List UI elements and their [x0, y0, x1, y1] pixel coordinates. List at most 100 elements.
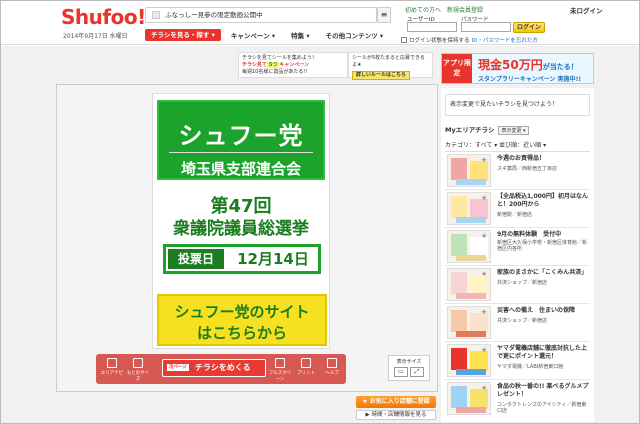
print-button[interactable]: プリント — [294, 358, 318, 380]
promo1-line1: チラシを見てシールを集めよう！ — [242, 55, 317, 61]
item-title: 今週のお買得品！ — [497, 155, 546, 162]
notice-text[interactable]: ふなっしー見参の限定動画公開中 — [165, 11, 263, 19]
flyer-thumbnail: ★ — [447, 268, 491, 301]
printer-icon — [301, 358, 311, 368]
item-title: ヤマダ電機店舗に徹底対抗した上で更にポイント還元！ — [497, 345, 588, 360]
fit-size-button[interactable]: ▭ — [394, 367, 408, 377]
list-item[interactable]: ★ 食品の秋一番の!! 楽べるグルメプレゼント！ コンタクトレンズのアイシティ／… — [445, 380, 590, 418]
vote-day-box: 投票日 12月14日 — [163, 244, 321, 274]
item-shop: 新宿駅／新宿店 — [497, 212, 533, 218]
star-icon[interactable]: ★ — [481, 270, 487, 278]
site-header: Shufoo! 2014年9月17日 水曜日 ふなっしー見参の限定動画公開中 ≡… — [1, 1, 639, 45]
login-options: ログイン状態を保持する ID・パスワードを忘れた方 — [401, 36, 538, 44]
category-sort-filter[interactable]: カテゴリ：すべて ▾ 並び順：近い順 ▾ — [445, 140, 590, 152]
fullscreen-icon — [275, 358, 285, 368]
star-icon[interactable]: ★ — [481, 194, 487, 202]
app-campaign-banner[interactable]: アプリ限定 現金50万円が当たる！ スタンプラリーキャンペーン 実施中!! — [441, 53, 594, 84]
item-title: 家族のまさかに「こくみん共済」 — [497, 269, 588, 276]
list-item[interactable]: ★ 家族のまさかに「こくみん共済」 共済ショップ／新宿店 — [445, 266, 590, 304]
star-icon[interactable]: ★ — [481, 308, 487, 316]
viewer-toolbar: エリアナビ もとのサイズ 次ページ チラシをめくる フルスクリーン プリント ヘル… — [96, 354, 346, 384]
stamp-rally-text: スタンプラリーキャンペーン 実施中!! — [478, 76, 582, 83]
sidebar: 表示変更で見たいチラシを見つけよう！ Myエリアチラシ 表示変更 ▾ カテゴリ：す… — [441, 88, 594, 422]
item-shop: 共済ショップ／新宿店 — [497, 318, 548, 324]
zoom-size-button[interactable]: ⤢ — [410, 367, 424, 377]
item-shop: ヤマダ電機／LABI新宿東口館 — [497, 364, 564, 370]
original-size-button[interactable]: もとのサイズ — [126, 358, 150, 382]
item-title: 9月の無料体験 受付中 — [497, 231, 562, 238]
display-size-control: 表示サイズ ▭ ⤢ — [388, 355, 430, 381]
login-form: ユーザーID パスワード ログイン ログイン状態を保持する ID・パスワードを忘… — [401, 15, 565, 45]
display-change-hint: 表示変更で見たいチラシを見つけよう！ — [445, 94, 590, 116]
my-area-header: Myエリアチラシ 表示変更 ▾ — [445, 124, 529, 135]
vote-day-label: 投票日 — [168, 249, 224, 269]
item-shop: 共済ショップ／新宿店 — [497, 280, 548, 286]
promo2-line1: シールが5枚たまると応募できるよ★ — [352, 55, 425, 68]
remember-checkbox[interactable] — [401, 37, 407, 43]
sticker-campaign-banner[interactable]: チラシを見てシールを集めよう！ チラシ見て 5つ キャンペーン 毎週10名様に賞品が… — [238, 52, 348, 78]
login-status: 未ログイン — [570, 7, 603, 15]
area-navi-button[interactable]: エリアナビ — [100, 358, 124, 380]
party-site-link[interactable]: シュフー党のサイト はこちらから — [157, 294, 327, 346]
nav-other[interactable]: その他コンテンツ ▾ — [320, 30, 390, 40]
nav-flyers[interactable]: チラシを見る・探す ▾ — [145, 29, 221, 41]
forgot-link[interactable]: ID・パスワードを忘れた方 — [472, 36, 538, 44]
remember-label: ログイン状態を保持する — [409, 38, 470, 44]
star-icon[interactable]: ★ — [481, 156, 487, 164]
list-item[interactable]: ★ ヤマダ電機店舗に徹底対抗した上で更にポイント還元！ ヤマダ電機／LABI新宿… — [445, 342, 590, 380]
vote-day-date: 12月14日 — [237, 250, 309, 268]
election-name: 衆議院議員総選挙 — [173, 219, 309, 239]
list-item[interactable]: ★ 災害への備え 住まいの保障 共済ショップ／新宿店 — [445, 304, 590, 342]
star-icon[interactable]: ★ — [481, 384, 487, 392]
site-logo[interactable]: Shufoo! — [61, 5, 146, 29]
display-change-button[interactable]: 表示変更 ▾ — [498, 126, 529, 135]
flyer-page[interactable]: シュフー党 埼玉県支部連合会 第47回 衆議院議員総選挙 投票日 12月14日 … — [152, 93, 330, 349]
item-shop: スギ薬局／西新宿五丁目店 — [497, 166, 558, 172]
list-item[interactable]: ★ 9月の無料体験 受付中 新宿区大久保小学校・新宿区体育館／新宿区内各所 — [445, 228, 590, 266]
star-icon[interactable]: ★ — [481, 232, 487, 240]
star-icon[interactable]: ★ — [481, 346, 487, 354]
fullscreen-button[interactable]: フルスクリーン — [268, 358, 292, 382]
next-page-tag: 次ページ — [167, 364, 189, 371]
list-item[interactable]: ★ 【全品税込1,000円】初月はなんと！200円から 新宿駅／新宿店 — [445, 190, 590, 228]
item-title: 食品の秋一番の!! 楽べるグルメプレゼント！ — [497, 383, 589, 398]
flip-flyer-button[interactable]: 次ページ チラシをめくる — [162, 359, 266, 377]
help-icon — [327, 358, 337, 368]
password-input[interactable] — [461, 22, 511, 32]
user-id-input[interactable] — [407, 22, 457, 32]
promo1-line2: チラシ見て — [242, 62, 267, 68]
nav-campaign[interactable]: キャンペーン ▾ — [225, 30, 281, 40]
prize-text: 現金50万円が当たる！ — [478, 58, 578, 72]
flyer-thumbnail: ★ — [447, 192, 491, 225]
flyer-thumbnail: ★ — [447, 344, 491, 377]
login-button[interactable]: ログイン — [513, 22, 545, 33]
party-header: シュフー党 埼玉県支部連合会 — [157, 100, 325, 180]
promo1-line3: 毎週10名様に賞品があたる!! — [242, 69, 308, 75]
sticker-rules-banner: シールが5枚たまると応募できるよ★ 詳しいルールはこちら — [348, 52, 433, 80]
party-name: シュフー党 — [178, 122, 304, 150]
flyer-thumbnail: ★ — [447, 382, 491, 415]
item-shop: 新宿区大久保小学校・新宿区体育館／新宿区内各所 — [497, 240, 588, 252]
cta-line1: シュフー党のサイト — [174, 303, 310, 321]
map-icon — [107, 358, 117, 368]
promo1-highlight: 5つ — [266, 62, 280, 68]
branch-name: 埼玉県支部連合会 — [180, 160, 301, 178]
rules-button[interactable]: 詳しいルールはこちら — [352, 71, 411, 80]
help-button[interactable]: ヘルプ — [320, 358, 344, 380]
first-visit-link[interactable]: 初めての方へ — [405, 5, 441, 14]
flyer-thumbnail: ★ — [447, 306, 491, 339]
notice-bar[interactable]: ふなっしー見参の限定動画公開中 — [145, 7, 377, 23]
store-info-button[interactable]: ▶ 時間・店舗情報を見る — [356, 410, 436, 420]
list-item[interactable]: ★ 今週のお買得品！ スギ薬局／西新宿五丁目店 — [445, 152, 590, 190]
main-nav: チラシを見る・探す ▾ キャンペーン ▾ 特集 ▾ その他コンテンツ ▾ — [145, 28, 389, 42]
promo1-line2b: キャンペーン — [279, 62, 310, 68]
notice-menu-icon[interactable]: ≡ — [377, 7, 391, 23]
register-link[interactable]: 新規会員登録 — [447, 5, 483, 14]
nav-features[interactable]: 特集 ▾ — [285, 30, 316, 40]
flyer-thumbnail: ★ — [447, 154, 491, 187]
cta-line2: はこちらから — [196, 324, 287, 342]
add-favorite-store-button[interactable]: ★ お気に入り店舗に登録 — [356, 396, 436, 408]
speaker-icon — [152, 11, 160, 19]
app-only-badge: アプリ限定 — [442, 54, 472, 83]
item-title: 災害への備え 住まいの保障 — [497, 307, 576, 314]
